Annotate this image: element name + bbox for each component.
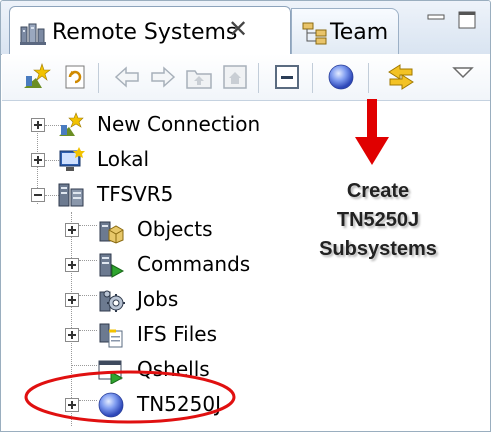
tree-item-label: Objects bbox=[137, 217, 213, 241]
forward-arrow-icon[interactable] bbox=[148, 62, 178, 92]
tab-team-label: Team bbox=[330, 20, 389, 45]
tree-item-lokal[interactable]: Lokal bbox=[1, 144, 301, 176]
minimize-icon[interactable] bbox=[425, 9, 447, 31]
tree-item-ifs-files[interactable]: IFS Files bbox=[1, 319, 301, 351]
tab-strip: Remote Systems ✕ Team bbox=[1, 1, 490, 56]
new-connection-icon[interactable] bbox=[22, 62, 52, 92]
expand-toggle[interactable] bbox=[65, 223, 79, 237]
tree-item-label: Jobs bbox=[137, 287, 179, 311]
annotation-text: Create TN5250J Subsystems bbox=[303, 177, 453, 264]
arrow-shaft bbox=[367, 99, 377, 141]
link-with-editor-icon[interactable] bbox=[386, 62, 416, 92]
annotation-line: Subsystems bbox=[319, 238, 437, 260]
tree-item-label: Commands bbox=[137, 252, 251, 276]
collapse-all-icon[interactable] bbox=[272, 62, 302, 92]
jobs-icon bbox=[99, 290, 125, 312]
team-icon bbox=[302, 22, 327, 45]
home-icon[interactable] bbox=[220, 62, 250, 92]
expand-toggle[interactable] bbox=[31, 118, 45, 132]
toolbar-separator bbox=[368, 63, 369, 93]
remote-systems-icon bbox=[20, 23, 46, 45]
annotation-line: Create bbox=[346, 180, 410, 202]
tree-item-label: New Connection bbox=[97, 112, 261, 136]
tree-item-tfsvr5[interactable]: TFSVR5 bbox=[1, 179, 301, 211]
commands-icon bbox=[99, 253, 125, 278]
tree-item-new-connection[interactable]: New Connection bbox=[1, 109, 301, 141]
view-menu-icon[interactable] bbox=[448, 58, 478, 88]
refresh-icon[interactable] bbox=[60, 62, 90, 92]
tree-item-label: Lokal bbox=[97, 147, 150, 171]
toolbar-separator bbox=[258, 63, 259, 93]
local-icon bbox=[59, 147, 85, 171]
tree-item-objects[interactable]: Objects bbox=[1, 214, 301, 246]
expand-toggle[interactable] bbox=[31, 153, 45, 167]
up-folder-icon[interactable] bbox=[184, 62, 214, 92]
toolbar-separator bbox=[98, 63, 99, 93]
close-icon[interactable]: ✕ bbox=[228, 15, 248, 43]
tree-item-jobs[interactable]: Jobs bbox=[1, 284, 301, 316]
highlight-ellipse bbox=[24, 370, 236, 424]
tree-item-label: TFSVR5 bbox=[97, 182, 174, 206]
view-toolbar bbox=[2, 54, 490, 101]
highlight-ellipse-outline bbox=[24, 370, 236, 424]
collapse-toggle[interactable] bbox=[31, 188, 45, 202]
expand-toggle[interactable] bbox=[65, 293, 79, 307]
toolbar-separator bbox=[312, 63, 313, 93]
expand-toggle[interactable] bbox=[65, 258, 79, 272]
host-icon bbox=[58, 183, 84, 207]
tab-remote-systems-label: Remote Systems bbox=[52, 20, 238, 45]
tab-remote-systems[interactable]: Remote Systems ✕ bbox=[9, 6, 291, 56]
ifs-files-icon bbox=[99, 323, 123, 348]
back-arrow-icon[interactable] bbox=[112, 62, 142, 92]
create-subsystem-icon[interactable] bbox=[326, 62, 356, 92]
new-connection-icon bbox=[59, 112, 84, 136]
maximize-icon[interactable] bbox=[456, 9, 478, 31]
tab-team[interactable]: Team bbox=[291, 8, 399, 54]
remote-systems-view: Remote Systems ✕ Team New Connection Lok… bbox=[0, 0, 491, 432]
tree-item-label: IFS Files bbox=[137, 322, 217, 346]
expand-toggle[interactable] bbox=[65, 328, 79, 342]
arrow-head bbox=[355, 137, 389, 165]
annotation-arrow bbox=[355, 99, 389, 165]
tree-item-commands[interactable]: Commands bbox=[1, 249, 301, 281]
objects-icon bbox=[99, 221, 124, 244]
annotation-line: TN5250J bbox=[336, 209, 420, 231]
